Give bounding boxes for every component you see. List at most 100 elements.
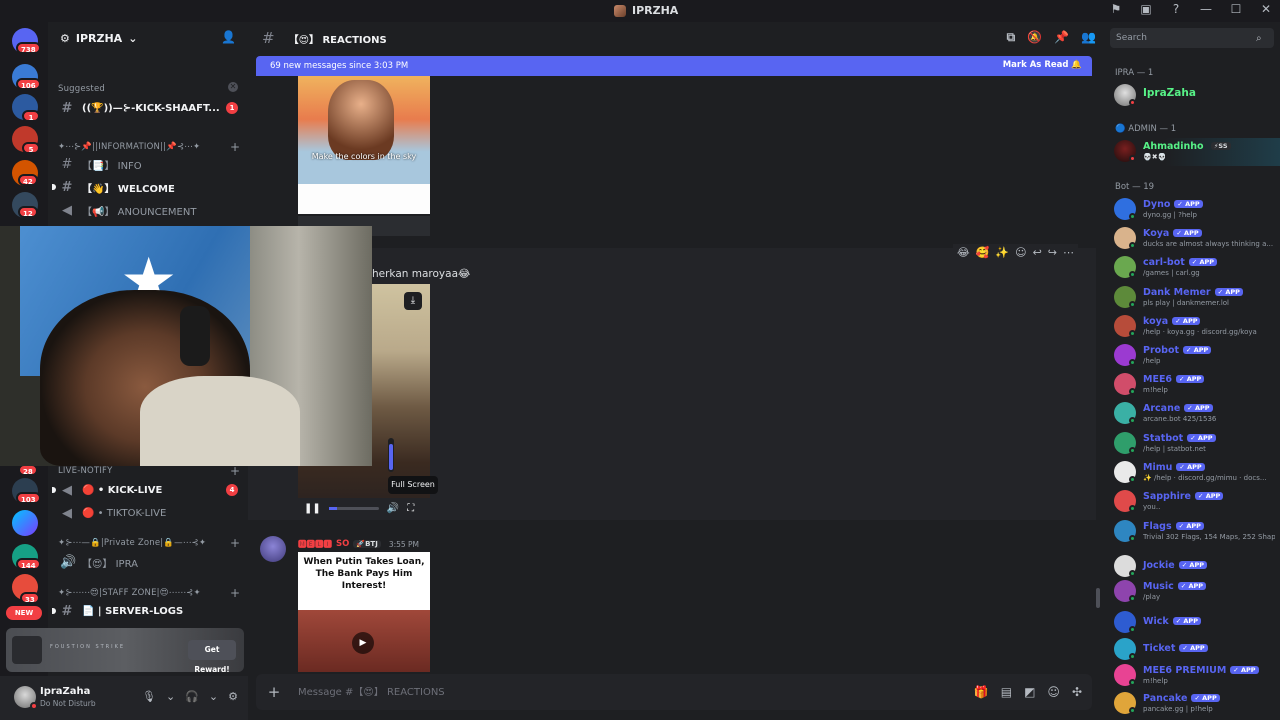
channel-ipra[interactable]: 🔊 【😍】 IPRA [56,552,242,572]
help-icon[interactable]: ? [1168,2,1184,16]
member-owner[interactable]: IpraZaha [1114,82,1274,108]
sparkle-reaction-icon[interactable]: ✨ [995,246,1009,259]
microphone-icon[interactable]: 🎙 [142,690,156,703]
forward-icon[interactable]: ↪ [1048,246,1057,259]
member-bot[interactable]: koya ✓ APP/help · koya.gg · discord.gg/ko… [1114,313,1274,339]
member-bot[interactable]: Sapphire ✓ APP you.. [1114,488,1274,514]
dismiss-suggested-icon[interactable]: ✕ [228,82,238,92]
member-bot[interactable]: Dyno ✓ APP dyno.gg | ?help [1114,196,1274,222]
chat-scrollbar[interactable] [1096,588,1100,608]
channel-welcome[interactable]: # 【👋】 WELCOME [52,177,242,197]
invite-people-icon[interactable]: 👤 [221,30,236,44]
more-icon[interactable]: ⋯ [1063,246,1074,259]
category-private-zone[interactable]: ✦⊱⋯—🔒|Private Zone|🔒—⋯⊰✦ + [58,536,240,550]
message-input[interactable] [292,686,974,698]
play-icon[interactable]: ▶ [352,632,374,654]
bot-name: Flags [1143,521,1172,532]
headphones-icon[interactable]: 🎧 [185,690,199,703]
guild-header[interactable]: ⚙ IPRZHA ⌄ 👤 [48,22,248,54]
member-bot[interactable]: Mimu ✓ APP ✨ /help · discord.gg/mimu · doc… [1114,459,1274,485]
member-list-icon[interactable]: 👥 [1081,30,1096,45]
chevron-down-icon[interactable]: ⌄ [166,690,175,703]
category-live-notify[interactable]: LIVE-NOTIFY + [58,464,240,478]
category-staff-zone[interactable]: ✦⊱⋯⋯😍|STAFF ZONE|😍⋯⋯⊰✦ + [58,586,240,600]
app-badge: ✓ APP [1191,694,1220,702]
gear-icon[interactable]: ⚙ [228,690,238,703]
app-badge: ✓ APP [1178,561,1207,569]
channel-kick-live[interactable]: ◀ 🔴 • KICK-LIVE 4 [52,480,242,500]
laugh-reaction-icon[interactable]: 😂 [957,246,970,259]
member-bot[interactable]: Pancake ✓ APP pancake.gg | p!help [1114,690,1274,716]
member-activity: pls play | dankmemer.lol [1143,299,1229,307]
video-scrubber[interactable] [328,506,379,510]
member-bot[interactable]: Koya ✓ APP ducks are almost always thinkin… [1114,225,1274,251]
member-bot[interactable]: Ticket ✓ APP [1114,636,1274,662]
member-bot[interactable]: Wick ✓ APP [1114,609,1274,635]
member-bot[interactable]: Statbot ✓ APP/help | statbot.net [1114,430,1274,456]
member-bot[interactable]: Music ✓ APP/play [1114,578,1274,604]
category-information[interactable]: ✦⋯⊱📌||INFORMATION||📌⊰⋯✦ + [58,140,240,154]
member-activity: /games | carl.gg [1143,269,1200,277]
member-bot[interactable]: Probot ✓ APP/help [1114,342,1274,368]
pause-icon[interactable]: ❚❚ [304,503,321,514]
add-channel-icon[interactable]: + [230,536,240,550]
add-channel-icon[interactable]: + [230,586,240,600]
new-servers-pill[interactable]: NEW [6,606,42,620]
gift-icon[interactable]: 🎁 [974,685,989,699]
add-attachment-icon[interactable]: + [256,683,292,701]
user-name[interactable]: IpraZaha [40,686,90,697]
channel-server-logs[interactable]: # 📄 | SERVER-LOGS [52,601,242,621]
add-reaction-icon[interactable]: ☺ [1015,246,1026,259]
headset-icon [180,306,210,366]
member-admin[interactable]: Ahmadinho ⚡SS 💀✖💀 [1114,138,1280,166]
search-input[interactable] [1110,33,1256,43]
apps-icon[interactable]: ✣ [1072,685,1082,699]
video-attachment[interactable]: When Putin Takes Loan, The Bank Pays Him… [298,552,430,672]
reward-banner[interactable]: FOUSTION STRIKE Get Reward! [6,628,244,672]
sticker-icon[interactable]: ◩ [1024,685,1035,699]
inbox-icon[interactable]: ⚑ [1108,2,1124,16]
pin-icon[interactable]: 📌 [1054,30,1069,45]
message-author[interactable]: 🅼🅴🅻🅸 SO 🚀BTJ 3:55 PM [298,538,419,550]
volume-icon[interactable]: 🔊 [387,503,399,514]
member-group-ipra: IPRA — 1 [1115,68,1154,78]
emoji-icon[interactable]: ☺ [1047,685,1060,699]
suggested-channel[interactable]: # ((🏆))—⊱-KICK-SHAAFT... 1 [56,98,242,118]
member-bot[interactable]: Flags ✓ APP Trivial 302 Flags, 154 Maps, 2… [1114,518,1275,544]
close-icon[interactable]: ✕ [1258,2,1274,16]
channel-announcement[interactable]: ◀ 【📢】 ANOUNCEMENT [56,200,242,220]
add-channel-icon[interactable]: + [230,140,240,154]
mention-badge: 4 [226,484,238,496]
member-name: MEE6 ✓ APP [1143,374,1205,385]
reply-icon[interactable]: ↩ [1033,246,1042,259]
get-reward-button[interactable]: Get Reward! [188,640,236,672]
member-bot[interactable]: Jockie ✓ APP [1114,553,1274,579]
message-timestamp: 3:55 PM [388,539,420,549]
member-bot[interactable]: carl-bot ✓ APP/games | carl.gg [1114,254,1274,280]
threads-icon[interactable]: ⧉ [1007,30,1016,45]
channel-info[interactable]: # 【📑】 INFO [56,154,242,174]
gif-attachment[interactable]: Make the colors in the sky [298,76,430,184]
screen-share-icon[interactable]: ▣ [1138,2,1154,16]
channel-tiktok-live[interactable]: ◀ 🔴 • TIKTOK-LIVE [56,503,242,523]
member-bot[interactable]: MEE6 PREMIUM ✓ APP m!help [1114,662,1274,688]
minimize-icon[interactable]: — [1198,2,1214,16]
server-icon-7[interactable] [12,510,38,536]
app-badge: ✓ APP [1176,375,1205,383]
maximize-icon[interactable]: ☐ [1228,2,1244,16]
avatar[interactable] [260,536,286,562]
dnd-status-icon [30,702,38,710]
add-channel-icon[interactable]: + [230,464,240,478]
notification-bell-icon[interactable]: 🔕 [1027,30,1042,45]
member-bot[interactable]: Dank Memer ✓ APP pls play | dankmemer.lol [1114,284,1274,310]
fullscreen-icon[interactable]: ⛶ [407,503,414,514]
member-bot[interactable]: MEE6 ✓ APP m!help [1114,371,1274,397]
gif-icon[interactable]: ▤ [1001,685,1012,699]
download-icon[interactable]: ⤓ [404,292,422,310]
chevron-down-icon[interactable]: ⌄ [209,690,218,703]
love-reaction-icon[interactable]: 🥰 [976,246,990,259]
mark-as-read-button[interactable]: Mark As Read 🔔 [1003,60,1082,70]
member-bot[interactable]: Arcane ✓ APP arcane.bot 425/1536 [1114,400,1274,426]
volume-slider[interactable] [388,438,394,472]
new-messages-banner[interactable]: 69 new messages since 3:03 PM Mark As Re… [256,56,1092,76]
